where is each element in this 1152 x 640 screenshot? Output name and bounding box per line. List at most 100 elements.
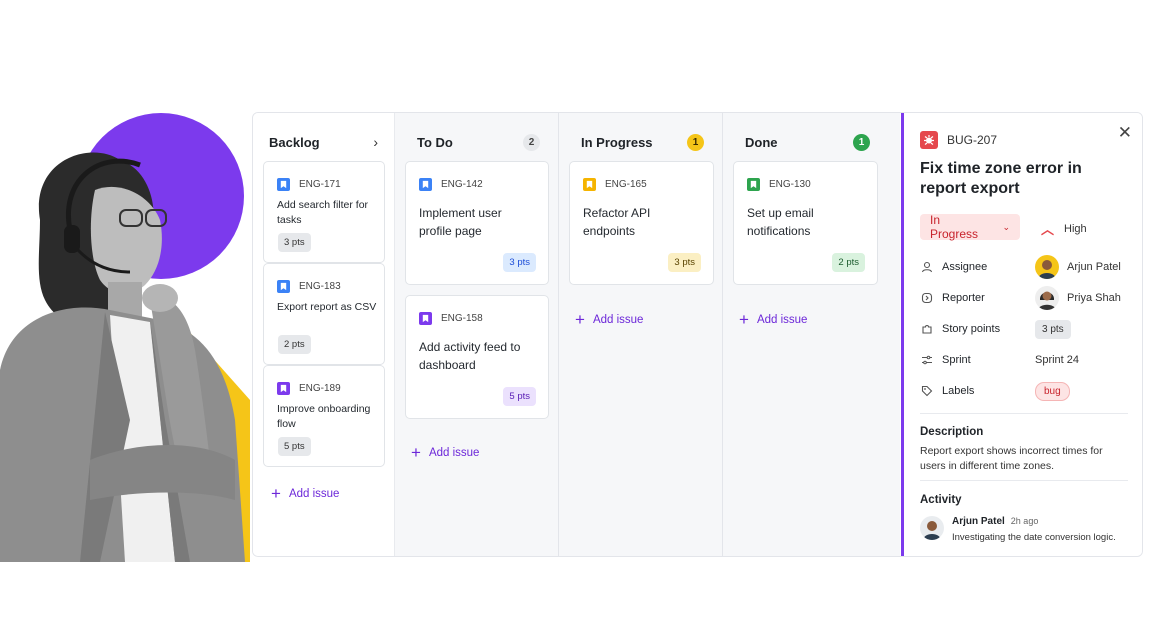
- story-points-badge: 2 pts: [278, 335, 311, 354]
- column-title: In Progress: [581, 134, 653, 150]
- description-heading: Description: [920, 426, 984, 438]
- activity-text: Investigating the date conversion logic.: [952, 532, 1116, 543]
- divider: [920, 480, 1128, 481]
- column-title: Backlog: [269, 134, 320, 150]
- issue-key: ENG-142: [441, 179, 483, 190]
- column-backlog: Backlog › ENG-171 Add search filter for …: [253, 113, 395, 556]
- label-badge: bug: [1035, 381, 1070, 401]
- add-issue-button[interactable]: + Add issue: [411, 444, 479, 461]
- column-todo: To Do 2 ENG-142 Implement user profile p…: [395, 113, 559, 556]
- issue-key: ENG-183: [299, 281, 341, 292]
- column-header: Done 1: [745, 132, 870, 152]
- story-icon: [419, 178, 432, 191]
- story-points-badge: 5 pts: [503, 387, 536, 406]
- story-icon: [277, 280, 290, 293]
- story-points-badge: 3 pts: [278, 233, 311, 252]
- issue-title: Set up email notifications: [747, 206, 814, 238]
- field-label: Labels: [942, 385, 975, 397]
- sprint-field[interactable]: Sprint Sprint 24: [920, 351, 1130, 369]
- story-points-badge: 5 pts: [278, 437, 311, 456]
- story-points-badge: 3 pts: [668, 253, 701, 272]
- issue-title: Implement user profile page: [419, 206, 502, 238]
- story-points-badge: 2 pts: [832, 253, 865, 272]
- story-icon: [277, 178, 290, 191]
- issue-card[interactable]: ENG-189 Improve onboarding flow 5 pts: [263, 365, 385, 467]
- issue-card[interactable]: ENG-171 Add search filter for tasks 3 pt…: [263, 161, 385, 263]
- column-done: Done 1 ENG-130 Set up email notification…: [723, 113, 900, 556]
- issue-card[interactable]: ENG-165 Refactor API endpoints 3 pts: [569, 161, 714, 285]
- column-count-badge: 2: [523, 133, 540, 151]
- story-icon: [747, 178, 760, 191]
- story-points-value: 3 pts: [1035, 319, 1071, 339]
- issue-card[interactable]: ENG-130 Set up email notifications 2 pts: [733, 161, 878, 285]
- assignee-field[interactable]: Assignee Arjun Patel: [920, 255, 1130, 279]
- add-issue-button[interactable]: + Add issue: [739, 311, 807, 328]
- story-points-field[interactable]: Story points 3 pts: [920, 319, 1130, 339]
- issue-title: Improve onboarding flow: [277, 403, 371, 430]
- issue-title: Add search filter for tasks: [277, 199, 369, 226]
- plus-icon: +: [411, 443, 421, 462]
- add-issue-label: Add issue: [592, 313, 644, 326]
- priority-label: High: [1064, 222, 1087, 235]
- activity-time: 2h ago: [1010, 516, 1039, 526]
- column-header: In Progress 1: [581, 132, 704, 152]
- issue-detail-panel: BUG-207 ✕ Fix time zone error in report …: [901, 113, 1142, 556]
- assignee-name: Arjun Patel: [1067, 261, 1121, 273]
- priority-indicator[interactable]: ︿ High: [1041, 219, 1087, 238]
- column-title: Done: [745, 134, 778, 150]
- field-label: Reporter: [942, 292, 985, 304]
- add-issue-label: Add issue: [288, 487, 340, 500]
- issue-title: Refactor API endpoints: [583, 206, 651, 238]
- priority-high-icon: ︿: [1041, 222, 1055, 237]
- add-issue-label: Add issue: [756, 313, 808, 326]
- story-icon: [583, 178, 596, 191]
- story-icon: [277, 382, 290, 395]
- avatar: [1035, 255, 1059, 279]
- reporter-icon: [920, 291, 934, 305]
- issue-title: Add activity feed to dashboard: [419, 340, 521, 372]
- tag-icon: [920, 384, 934, 398]
- chevron-right-icon[interactable]: ›: [373, 134, 378, 150]
- column-count-badge: 1: [853, 133, 870, 151]
- chevron-down-icon: ⌄: [1002, 221, 1010, 232]
- column-header: Backlog ›: [269, 132, 378, 152]
- issue-key: ENG-189: [299, 383, 341, 394]
- reporter-field[interactable]: Reporter Priya Shah: [920, 286, 1130, 310]
- issue-key: ENG-165: [605, 179, 647, 190]
- issue-key: ENG-171: [299, 179, 341, 190]
- plus-icon: +: [575, 310, 585, 329]
- plus-icon: +: [271, 484, 281, 503]
- add-issue-button[interactable]: + Add issue: [271, 485, 339, 502]
- hero-illustration: [0, 0, 260, 640]
- close-icon[interactable]: ✕: [1118, 123, 1132, 143]
- avatar: [920, 516, 944, 540]
- issue-card[interactable]: ENG-142 Implement user profile page 3 pt…: [405, 161, 549, 285]
- column-in-progress: In Progress 1 ENG-165 Refactor API endpo…: [559, 113, 723, 556]
- issue-key: ENG-130: [769, 179, 811, 190]
- add-issue-button[interactable]: + Add issue: [575, 311, 643, 328]
- puzzle-icon: [920, 322, 934, 336]
- kanban-board: Backlog › ENG-171 Add search filter for …: [252, 112, 1143, 557]
- story-points-badge: 3 pts: [503, 253, 536, 272]
- column-header: To Do 2: [417, 132, 540, 152]
- bug-icon: [920, 131, 938, 149]
- reporter-name: Priya Shah: [1067, 292, 1121, 304]
- activity-heading: Activity: [920, 494, 962, 506]
- labels-field[interactable]: Labels bug: [920, 381, 1130, 401]
- field-label: Sprint: [942, 354, 971, 366]
- sliders-icon: [920, 353, 934, 367]
- user-icon: [920, 260, 934, 274]
- sprint-value: Sprint 24: [1035, 354, 1080, 366]
- description-text: Report export shows incorrect times for …: [920, 445, 1103, 472]
- activity-item: Arjun Patel 2h ago Investigating the date…: [920, 516, 1116, 543]
- issue-card[interactable]: ENG-158 Add activity feed to dashboard 5…: [405, 295, 549, 419]
- column-count-badge: 1: [687, 133, 704, 151]
- column-title: To Do: [417, 134, 453, 150]
- issue-key: BUG-207: [947, 133, 998, 147]
- divider: [920, 413, 1128, 414]
- status-dropdown[interactable]: In Progress ⌄: [920, 213, 1020, 241]
- field-label: Assignee: [942, 261, 988, 273]
- add-issue-label: Add issue: [428, 446, 480, 459]
- activity-author: Arjun Patel: [952, 516, 1005, 527]
- issue-card[interactable]: ENG-183 Export report as CSV 2 pts: [263, 263, 385, 365]
